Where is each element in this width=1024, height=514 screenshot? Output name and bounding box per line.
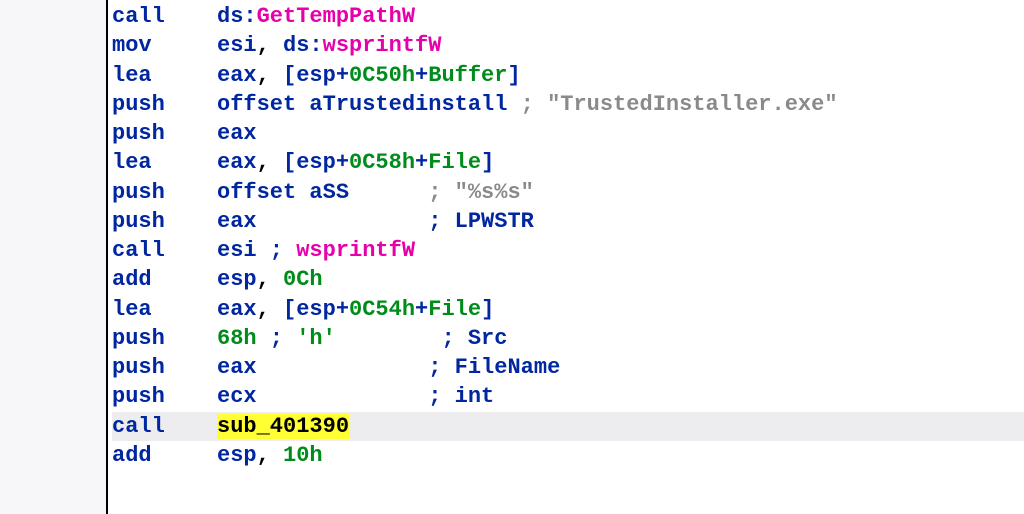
api-name: GetTempPathW	[257, 4, 415, 29]
mnemonic: mov	[112, 31, 217, 60]
asm-line: leaeax, [esp+0C50h+Buffer]	[112, 61, 1024, 90]
disassembly-view: callds:GetTempPathW movesi, ds:wsprintfW…	[110, 0, 1024, 514]
register: eax	[217, 297, 257, 322]
offset-literal: 0C54h	[349, 297, 415, 322]
variable-name: File	[428, 297, 481, 322]
mnemonic: push	[112, 119, 217, 148]
comment: ; Src	[441, 326, 507, 351]
variable-name: File	[428, 150, 481, 175]
number-literal: 68h	[217, 326, 257, 351]
register: esp	[217, 443, 257, 468]
subroutine-ref[interactable]: sub_401390	[217, 414, 349, 439]
asm-line: leaeax, [esp+0C58h+File]	[112, 148, 1024, 177]
api-name: wsprintfW	[323, 33, 442, 58]
register: eax	[217, 150, 257, 175]
register: eax	[217, 209, 257, 234]
register: esp	[296, 150, 336, 175]
register: ecx	[217, 384, 257, 409]
char-literal: 'h'	[296, 326, 336, 351]
comment: ; "%s%s"	[428, 180, 534, 205]
segment-prefix: ds:	[283, 33, 323, 58]
variable-name: Buffer	[428, 63, 507, 88]
mnemonic: push	[112, 178, 217, 207]
register: eax	[217, 63, 257, 88]
number-literal: 0Ch	[283, 267, 323, 292]
comment: ; LPWSTR	[428, 209, 534, 234]
register: eax	[217, 355, 257, 380]
mnemonic: lea	[112, 295, 217, 324]
keyword: offset	[217, 180, 296, 205]
line-gutter	[0, 0, 108, 514]
register: eax	[217, 121, 257, 146]
asm-line: pusheax ; FileName	[112, 353, 1024, 382]
asm-line: push68h ; 'h' ; Src	[112, 324, 1024, 353]
register: esp	[217, 267, 257, 292]
register: esp	[296, 297, 336, 322]
mnemonic: add	[112, 265, 217, 294]
number-literal: 10h	[283, 443, 323, 468]
asm-line: pusheax	[112, 119, 1024, 148]
identifier: aSS	[309, 180, 349, 205]
mnemonic: call	[112, 2, 217, 31]
asm-line: leaeax, [esp+0C54h+File]	[112, 295, 1024, 324]
asm-line: callds:GetTempPathW	[112, 2, 1024, 31]
comment: ; "TrustedInstaller.exe"	[521, 92, 838, 117]
api-name: wsprintfW	[296, 238, 415, 263]
comment: ; FileName	[428, 355, 560, 380]
mnemonic: lea	[112, 61, 217, 90]
register: esp	[296, 63, 336, 88]
register: esi	[217, 238, 257, 263]
mnemonic: push	[112, 90, 217, 119]
asm-line: addesp, 0Ch	[112, 265, 1024, 294]
offset-literal: 0C58h	[349, 150, 415, 175]
mnemonic: call	[112, 412, 217, 441]
asm-line: pushoffset aTrustedinstall ; "TrustedIns…	[112, 90, 1024, 119]
asm-line: pushoffset aSS ; "%s%s"	[112, 178, 1024, 207]
register: esi	[217, 33, 257, 58]
mnemonic: add	[112, 441, 217, 470]
mnemonic: push	[112, 353, 217, 382]
offset-literal: 0C50h	[349, 63, 415, 88]
asm-line: pusheax ; LPWSTR	[112, 207, 1024, 236]
keyword: offset	[217, 92, 296, 117]
mnemonic: push	[112, 324, 217, 353]
asm-line: addesp, 10h	[112, 441, 1024, 470]
mnemonic: push	[112, 382, 217, 411]
asm-line: pushecx ; int	[112, 382, 1024, 411]
asm-line-highlighted: callsub_401390	[112, 412, 1024, 441]
mnemonic: lea	[112, 148, 217, 177]
mnemonic: call	[112, 236, 217, 265]
segment-prefix: ds:	[217, 4, 257, 29]
comment: ; int	[428, 384, 494, 409]
mnemonic: push	[112, 207, 217, 236]
identifier: aTrustedinstall	[309, 92, 507, 117]
asm-line: callesi ; wsprintfW	[112, 236, 1024, 265]
asm-line: movesi, ds:wsprintfW	[112, 31, 1024, 60]
